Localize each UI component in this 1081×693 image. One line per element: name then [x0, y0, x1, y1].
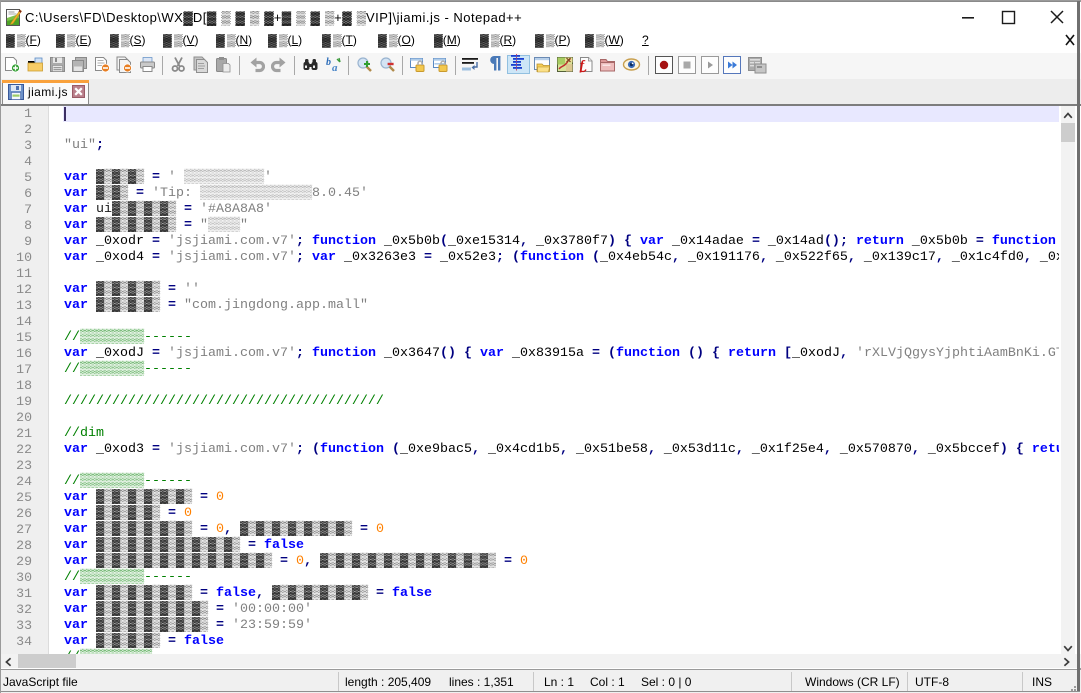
svg-text:b: b [326, 57, 331, 68]
svg-text:a: a [332, 62, 338, 73]
